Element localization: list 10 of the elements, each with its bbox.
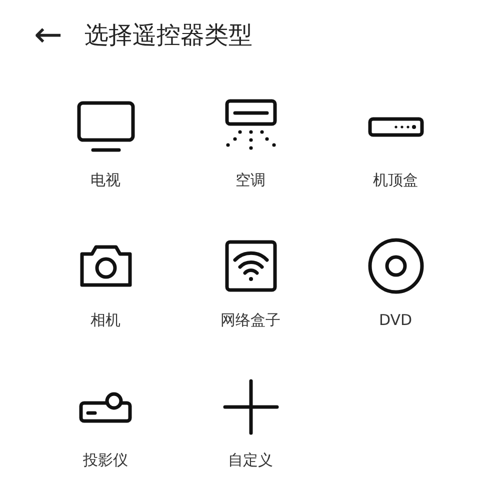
remote-type-label[interactable]: 自定义 bbox=[228, 451, 273, 470]
remote-type-label[interactable]: 机顶盒 bbox=[373, 171, 418, 190]
remote-type-label[interactable]: 相机 bbox=[90, 311, 120, 330]
page-title: 选择遥控器类型 bbox=[84, 20, 252, 51]
remote-type-label[interactable]: 网络盒子 bbox=[220, 311, 280, 330]
remote-type-label[interactable]: 投影仪 bbox=[83, 451, 128, 470]
back-button[interactable]: ← bbox=[34, 18, 62, 52]
remote-type-label[interactable]: DVD bbox=[378, 311, 412, 329]
remote-type-label[interactable]: 电视 bbox=[90, 171, 120, 190]
remote-type-label[interactable]: 空调 bbox=[236, 171, 266, 190]
